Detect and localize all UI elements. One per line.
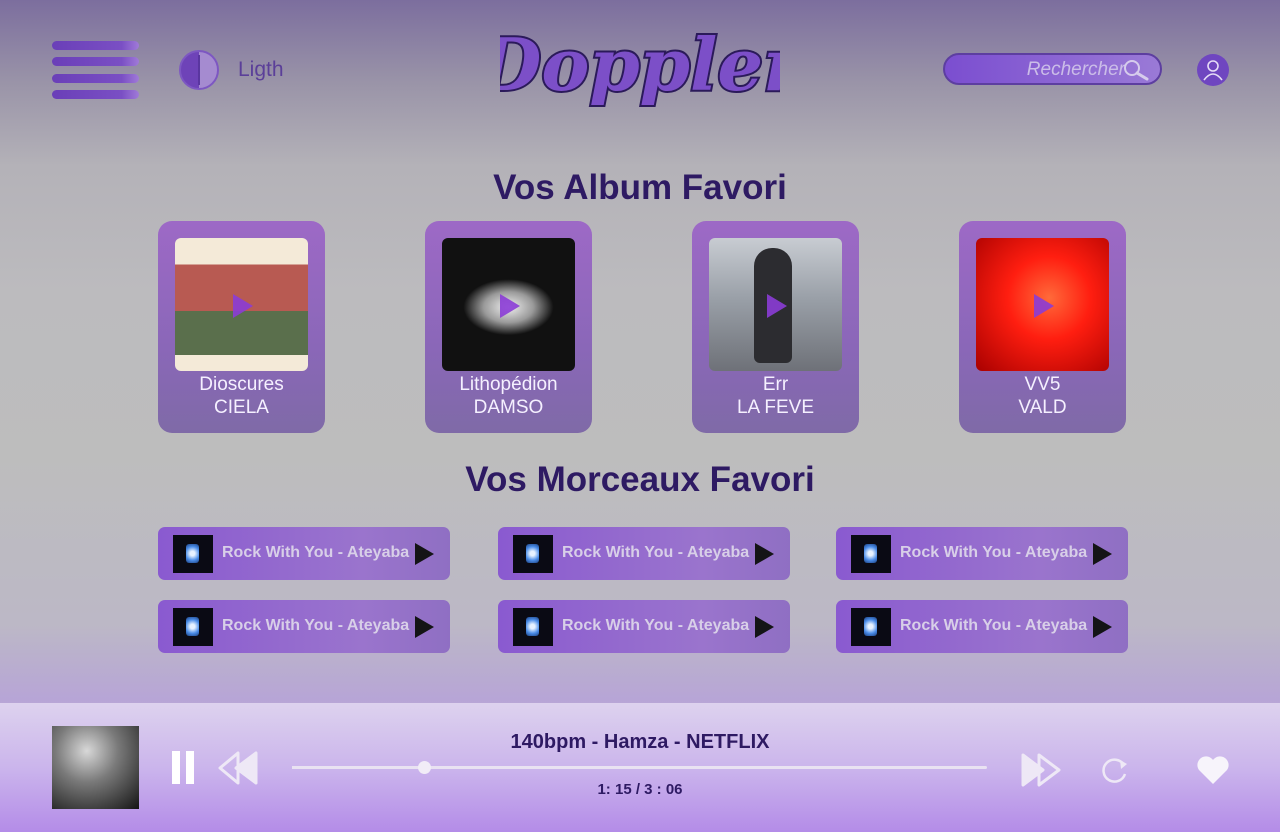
- track-thumbnail: [513, 608, 553, 646]
- theme-toggle-icon[interactable]: [179, 50, 219, 90]
- repeat-icon[interactable]: [1098, 754, 1130, 786]
- now-playing-title: 140bpm - Hamza - NETFLIX: [510, 731, 770, 753]
- track-item[interactable]: Rock With You - Ateyaba: [836, 527, 1128, 580]
- play-icon[interactable]: [767, 294, 787, 318]
- album-card[interactable]: VV5 VALD: [959, 221, 1126, 433]
- track-thumbnail: [851, 608, 891, 646]
- tracks-section-title: Vos Morceaux Favori: [465, 460, 815, 499]
- heart-icon[interactable]: [1196, 755, 1230, 785]
- menu-icon[interactable]: [52, 41, 139, 99]
- track-label: Rock With You - Ateyaba: [562, 617, 750, 634]
- search-input[interactable]: [995, 58, 1125, 82]
- track-thumbnail: [851, 535, 891, 573]
- play-icon[interactable]: [755, 616, 774, 638]
- next-icon[interactable]: [1019, 753, 1061, 787]
- album-title: Lithopédion: [459, 374, 558, 395]
- album-title: Dioscures: [199, 374, 284, 395]
- user-icon: [1203, 60, 1223, 81]
- albums-section-title: Vos Album Favori: [493, 168, 787, 207]
- album-title: VV5: [1024, 374, 1061, 395]
- pause-icon: [172, 751, 180, 784]
- track-label: Rock With You - Ateyaba: [900, 544, 1088, 561]
- play-icon[interactable]: [500, 294, 520, 318]
- play-icon[interactable]: [233, 294, 253, 318]
- album-card[interactable]: Err LA FEVE: [692, 221, 859, 433]
- play-icon[interactable]: [1093, 543, 1112, 565]
- track-label: Rock With You - Ateyaba: [562, 544, 750, 561]
- pause-button[interactable]: [172, 751, 194, 784]
- play-icon[interactable]: [1093, 616, 1112, 638]
- album-title: Err: [762, 374, 789, 395]
- track-item[interactable]: Rock With You - Ateyaba: [498, 527, 790, 580]
- track-item[interactable]: Rock With You - Ateyaba: [158, 527, 450, 580]
- track-item[interactable]: Rock With You - Ateyaba: [836, 600, 1128, 653]
- previous-icon[interactable]: [218, 751, 260, 785]
- theme-label: Ligth: [238, 58, 284, 81]
- logo-text: Doppler: [500, 22, 780, 107]
- album-artist: VALD: [1018, 397, 1067, 418]
- track-item[interactable]: Rock With You - Ateyaba: [158, 600, 450, 653]
- now-playing-cover: [52, 726, 139, 809]
- album-card[interactable]: Lithopédion DAMSO: [425, 221, 592, 433]
- track-thumbnail: [513, 535, 553, 573]
- progress-handle[interactable]: [418, 761, 432, 774]
- play-icon[interactable]: [1034, 294, 1054, 318]
- track-label: Rock With You - Ateyaba: [900, 617, 1088, 634]
- track-thumbnail: [173, 608, 213, 646]
- album-artist: DAMSO: [473, 397, 544, 418]
- track-item[interactable]: Rock With You - Ateyaba: [498, 600, 790, 653]
- app-logo: Doppler: [475, 16, 808, 120]
- track-label: Rock With You - Ateyaba: [222, 617, 410, 634]
- album-artist: LA FEVE: [736, 397, 815, 418]
- time-display: 1: 15 / 3 : 06: [597, 781, 683, 798]
- play-icon[interactable]: [415, 543, 434, 565]
- play-icon[interactable]: [415, 616, 434, 638]
- album-artist: CIELA: [214, 397, 269, 418]
- play-icon[interactable]: [755, 543, 774, 565]
- search-bar[interactable]: [943, 53, 1162, 85]
- user-profile-button[interactable]: [1197, 54, 1229, 86]
- progress-fill: [292, 766, 425, 769]
- search-icon[interactable]: [1121, 58, 1151, 82]
- album-card[interactable]: Dioscures CIELA: [158, 221, 325, 433]
- track-label: Rock With You - Ateyaba: [222, 544, 410, 561]
- track-thumbnail: [173, 535, 213, 573]
